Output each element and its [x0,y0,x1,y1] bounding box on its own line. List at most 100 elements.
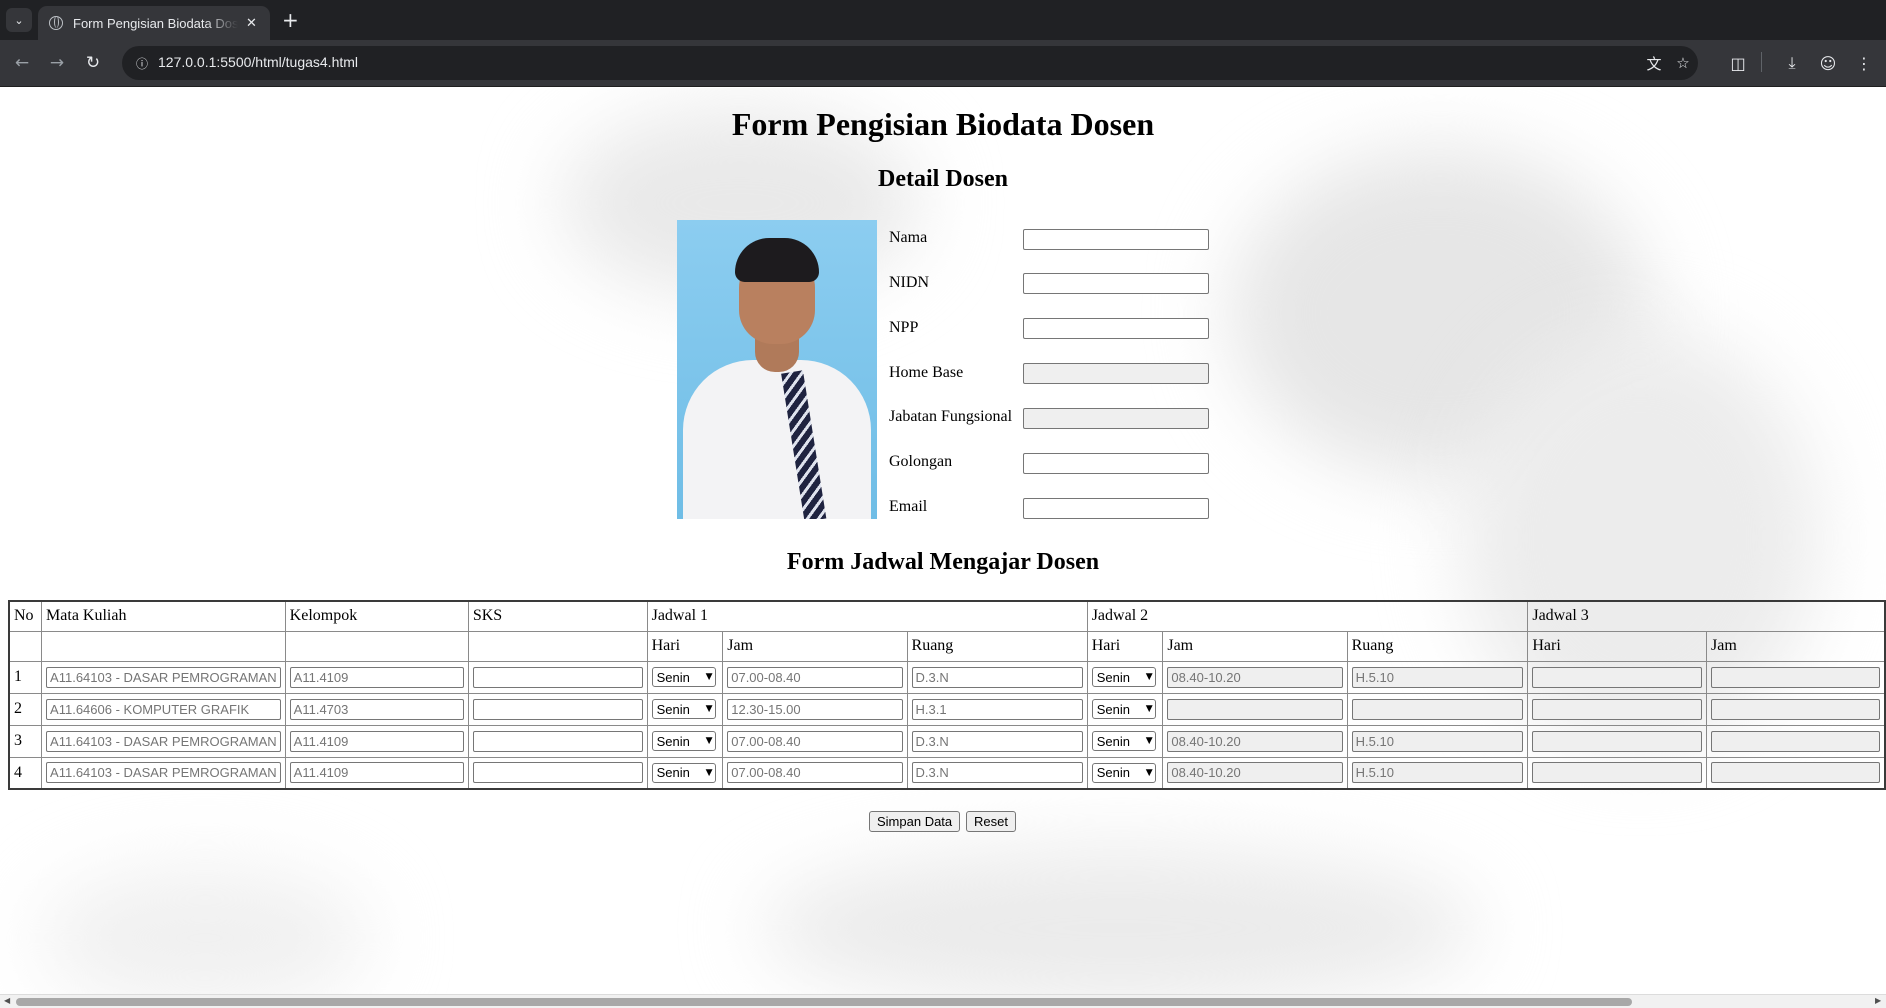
hari-select[interactable]: Senin ▼ [1091,667,1156,687]
lecturer-photo [677,220,877,519]
nidn-field[interactable] [1023,273,1209,294]
jam-input[interactable] [1167,698,1343,720]
email-field[interactable] [1023,498,1209,519]
row-number: 1 [8,660,43,694]
jam-input[interactable] [1711,762,1880,784]
sks-input[interactable] [472,698,643,720]
subheader-ruang: Ruang [1346,630,1529,662]
hari-select[interactable]: Senin ▼ [651,667,716,687]
bookmark-star-icon[interactable]: ☆ [1671,51,1695,75]
hari-select[interactable]: Senin ▼ [651,731,716,751]
jabatan-fungsional-field[interactable] [1023,408,1209,429]
bio-label-jabatan-fungsional: Jabatan Fungsional [889,408,1013,425]
hari-select[interactable]: Senin ▼ [1091,762,1156,783]
ruang-input[interactable]: D.3.N [911,666,1083,688]
chevron-down-icon: ▼ [1145,704,1153,714]
ruang-input[interactable]: H.5.10 [1351,666,1524,688]
extensions-puzzle-icon[interactable]: ◫ [1725,50,1751,76]
hari-input[interactable] [1532,762,1702,784]
back-arrow-icon[interactable]: ← [9,50,35,76]
ruang-input[interactable]: H.5.10 [1351,730,1524,752]
mata-kuliah-input[interactable]: A11.64606 - KOMPUTER GRAFIK [46,698,281,720]
scroll-left-arrow-icon[interactable]: ◀ [4,996,10,1005]
subheader-jam: Jam [1706,630,1886,662]
site-info-icon[interactable]: ⓘ [130,51,154,75]
kelompok-input[interactable]: A11.4109 [289,730,464,752]
subheader-jam: Jam [1162,630,1348,662]
row-number: 2 [8,692,43,726]
ruang-input[interactable]: D.3.N [911,730,1083,752]
header-jadwal-2: Jadwal 2 [1086,600,1529,632]
golongan-field[interactable] [1023,453,1209,474]
jam-input[interactable]: 12.30-15.00 [727,698,903,720]
jam-input[interactable]: 08.40-10.20 [1167,730,1343,752]
chevron-down-icon: ▼ [1145,736,1153,746]
new-tab-plus-icon[interactable]: + [282,8,299,32]
background-blur [760,848,1480,994]
ruang-input[interactable]: D.3.N [911,762,1083,784]
hari-select[interactable]: Senin ▼ [651,699,716,719]
hari-select-value: Senin [1096,701,1130,717]
download-icon[interactable]: ⤓ [1779,50,1805,76]
hari-select-value: Senin [656,765,690,781]
hari-select[interactable]: Senin ▼ [651,762,716,783]
hari-select[interactable]: Senin ▼ [1091,731,1156,751]
nama-field[interactable] [1023,229,1209,250]
kelompok-input[interactable]: A11.4703 [289,698,464,720]
kelompok-input[interactable]: A11.4109 [289,666,464,688]
reset-button[interactable]: Reset [966,811,1016,832]
kelompok-input[interactable]: A11.4109 [289,762,464,784]
hari-input[interactable] [1532,666,1702,688]
header-sks: SKS [467,600,648,632]
globe-icon [49,16,63,30]
npp-field[interactable] [1023,318,1209,339]
sks-input[interactable] [472,762,643,784]
home-base-field[interactable] [1023,363,1209,384]
jam-input[interactable]: 07.00-08.40 [727,730,903,752]
tab-search-chevron-icon[interactable]: ⌄ [6,8,32,32]
bio-label-golongan: Golongan [889,453,953,470]
save-button[interactable]: Simpan Data [869,811,961,832]
bio-label-nidn: NIDN [889,274,929,291]
jam-input[interactable]: 08.40-10.20 [1167,666,1343,688]
menu-kebab-icon[interactable]: ⋮ [1851,50,1877,76]
header-kelompok: Kelompok [284,600,469,632]
detail-heading: Detail Dosen [878,166,1008,192]
jam-input[interactable]: 07.00-08.40 [727,666,903,688]
forward-arrow-icon[interactable]: → [44,50,70,76]
subheader-jam: Jam [722,630,908,662]
profile-account-icon[interactable]: ☺ [1815,50,1841,76]
address-bar[interactable]: ⓘ 127.0.0.1:5500/html/tugas4.html 文 ☆ [122,46,1698,80]
page-title: Form Pengisian Biodata Dosen [731,106,1155,142]
chevron-down-icon: ▼ [705,736,713,746]
jam-input[interactable] [1711,666,1880,688]
scroll-right-arrow-icon[interactable]: ▶ [1875,996,1881,1005]
hari-select-value: Senin [656,733,690,749]
hari-select-value: Senin [656,669,690,685]
close-tab-icon[interactable]: ✕ [246,16,257,31]
row-number: 4 [8,756,43,790]
mata-kuliah-input[interactable]: A11.64103 - DASAR PEMROGRAMAN [46,730,281,752]
browser-tab-active[interactable]: Form Pengisian Biodata Dosen ✕ [38,6,270,40]
jam-input[interactable] [1711,730,1880,752]
scrollbar-thumb[interactable] [16,998,1632,1006]
ruang-input[interactable]: H.3.1 [911,698,1083,720]
browser-tab-strip: ⌄ Form Pengisian Biodata Dosen ✕ + [0,0,1886,40]
mata-kuliah-input[interactable]: A11.64103 - DASAR PEMROGRAMAN [46,666,281,688]
sks-input[interactable] [472,666,643,688]
ruang-input[interactable] [1351,698,1524,720]
ruang-input[interactable]: H.5.10 [1351,762,1524,784]
background-blur [40,868,370,994]
translate-icon[interactable]: 文 [1642,51,1666,75]
reload-icon[interactable]: ↻ [80,50,106,76]
sks-input[interactable] [472,730,643,752]
jam-input[interactable]: 07.00-08.40 [727,762,903,784]
hari-input[interactable] [1532,698,1702,720]
jam-input[interactable] [1711,698,1880,720]
hari-select[interactable]: Senin ▼ [1091,699,1156,719]
jam-input[interactable]: 08.40-10.20 [1167,762,1343,784]
mata-kuliah-input[interactable]: A11.64103 - DASAR PEMROGRAMAN [46,762,281,784]
address-url[interactable]: 127.0.0.1:5500/html/tugas4.html [158,54,358,70]
horizontal-scrollbar[interactable]: ◀ ▶ [0,994,1886,1008]
hari-input[interactable] [1532,730,1702,752]
